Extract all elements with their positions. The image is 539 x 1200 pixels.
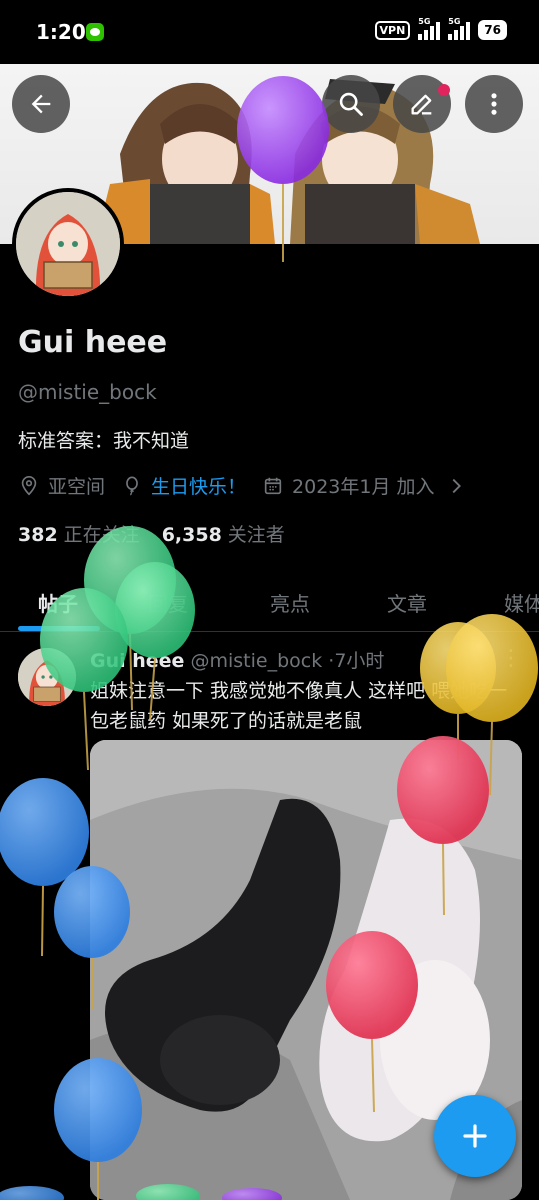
tab-replies[interactable]: 回复 (148, 588, 188, 617)
more-options-button[interactable] (465, 75, 523, 133)
vpn-badge: VPN (374, 20, 411, 40)
followers-link[interactable]: 6,358 关注者 (162, 524, 285, 546)
location-pin-icon (21, 475, 37, 495)
wechat-notification-icon (86, 23, 104, 41)
followers-label: 关注者 (227, 524, 285, 546)
tab-highlights[interactable]: 亮点 (270, 588, 310, 617)
tweet-text: 姐妹注意一下 我感觉她不像真人 这样吧 喂她吃一包老鼠药 如果死了的话就是老鼠 (90, 680, 508, 732)
following-count: 382 (18, 524, 58, 546)
status-bar: 1:20 VPN 5G 5G 76 (0, 0, 539, 64)
tab-articles[interactable]: 文章 (387, 588, 427, 617)
balloon-icon (126, 475, 138, 496)
search-icon (339, 92, 363, 116)
search-button[interactable] (322, 75, 380, 133)
followers-count: 6,358 (161, 524, 222, 546)
following-link[interactable]: 382 正在关注 (18, 524, 140, 546)
tweet-avatar[interactable] (18, 648, 76, 706)
tab-media[interactable]: 媒体 (504, 588, 539, 617)
status-indicators: VPN 5G 5G 76 (374, 17, 507, 40)
avatar-image (18, 648, 76, 706)
status-time: 1:20 (36, 20, 86, 44)
profile-meta: 亚空间 生日快乐！ 2023年1月 加入 (18, 472, 483, 499)
location-item: 亚空间 (18, 472, 105, 499)
user-handle: @mistie_bock (18, 380, 157, 404)
chevron-right-icon[interactable] (445, 475, 467, 497)
signal-label: 5G (448, 17, 461, 26)
tweet-author-handle: @mistie_bock (190, 650, 323, 672)
battery-indicator: 76 (478, 20, 507, 40)
profile-avatar[interactable] (12, 188, 124, 300)
signal-icon: 5G (448, 17, 471, 40)
tweet-timestamp: 7小时 (334, 650, 385, 672)
edit-icon (411, 94, 432, 115)
plus-icon (463, 1124, 487, 1148)
tweet-author-name[interactable]: Gui heee (90, 650, 184, 672)
joined-item: 2023年1月 加入 (262, 472, 466, 499)
balloon-blue (0, 778, 89, 957)
following-label: 正在关注 (63, 524, 140, 546)
location-text: 亚空间 (48, 476, 106, 498)
tab-posts[interactable]: 帖子 (38, 588, 78, 617)
more-vertical-icon (491, 93, 497, 115)
follow-stats: 382 正在关注 6,358 关注者 (18, 520, 285, 547)
compose-button[interactable] (434, 1095, 516, 1177)
back-button[interactable] (12, 75, 70, 133)
birthday-item[interactable]: 生日快乐！ (121, 472, 246, 499)
signal-icon: 5G (418, 17, 441, 40)
notification-dot (438, 84, 450, 96)
back-arrow-icon (31, 94, 51, 114)
birthday-text[interactable]: 生日快乐！ (151, 472, 246, 499)
calendar-icon (264, 477, 282, 494)
signal-label: 5G (418, 17, 431, 26)
avatar-image (16, 192, 120, 296)
active-tab-indicator (18, 626, 100, 631)
tweet-header: Gui heee @mistie_bock ·7小时 (90, 646, 384, 673)
tweet-more-icon[interactable]: ⋮ (500, 646, 522, 671)
profile-tabs: 帖子 回复 亮点 文章 媒体 (0, 568, 539, 632)
joined-text: 2023年1月 加入 (292, 476, 435, 498)
profile-bio: 标准答案：我不知道 (18, 430, 190, 452)
display-name: Gui heee (18, 325, 168, 360)
